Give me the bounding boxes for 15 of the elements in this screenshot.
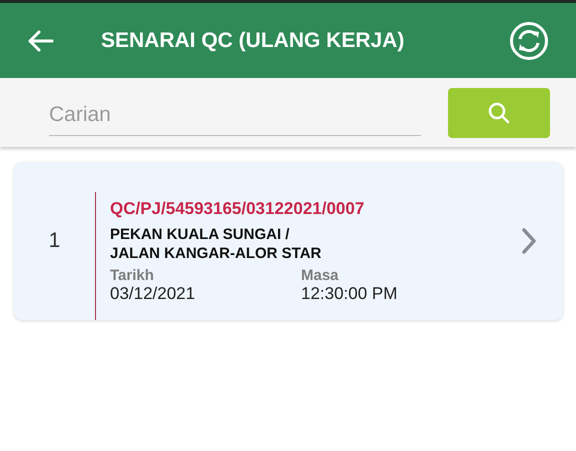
field-label: Tarikh (110, 267, 155, 284)
field-value: 12:30:00 PM (301, 284, 398, 304)
field-label: Masa (301, 267, 340, 284)
refresh-icon[interactable] (509, 20, 549, 60)
field-value: 03/12/2021 (110, 284, 196, 304)
chevron-right-icon (521, 227, 537, 255)
search-field[interactable]: Carian (49, 96, 421, 136)
reference-number: QC/PJ/54593165/03122021/0007 (110, 199, 366, 219)
screen-title: SENARAI QC (ULANG KERJA) (101, 28, 406, 52)
record-number: 1 (48, 229, 62, 253)
record-card[interactable]: 1 QC/PJ/54593165/03122021/0007 PEKAN KUALA SUNGAI / JALAN KANGAR-ALOR STAR Tarikh 03/12/2021 Masa 12:30:00 PM (14, 162, 563, 320)
location-text: PEKAN KUALA SUNGAI / (110, 225, 290, 244)
back-arrow-icon[interactable] (26, 28, 54, 52)
search-icon (487, 100, 511, 124)
location-text: JALAN KANGAR-ALOR STAR (110, 244, 322, 263)
